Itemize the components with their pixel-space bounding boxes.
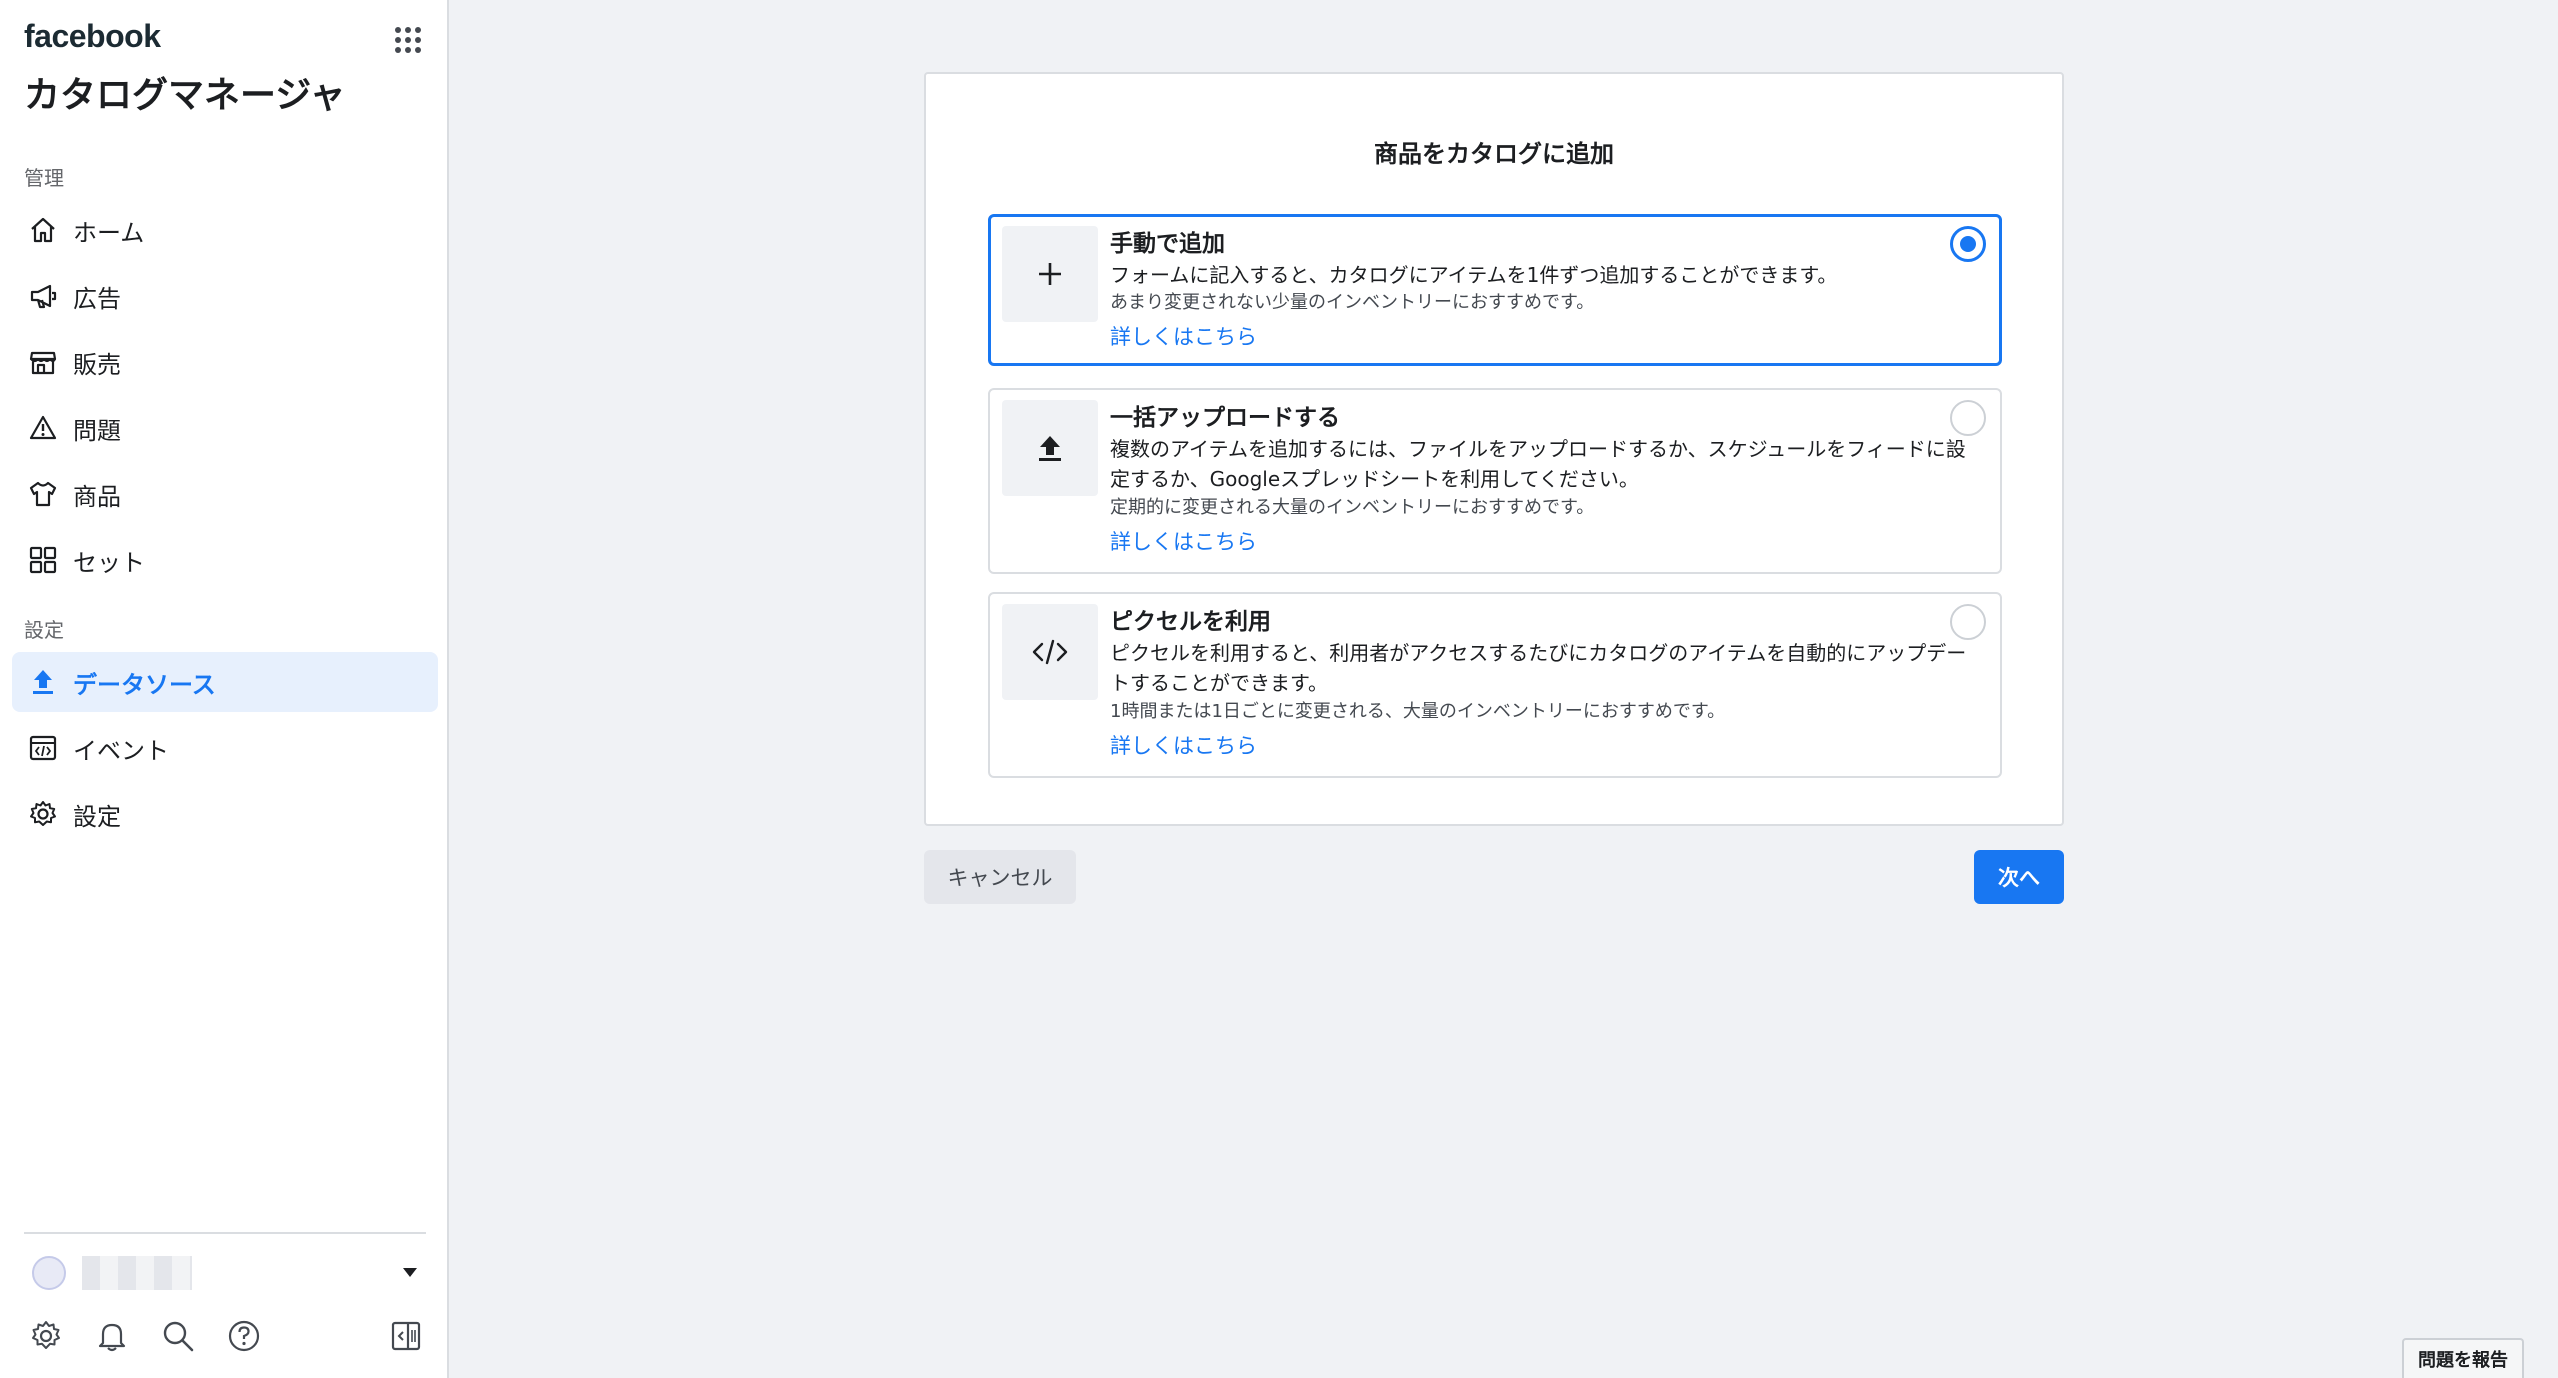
option-title: ピクセルを利用: [1110, 609, 1271, 635]
sidebar-divider: [24, 1232, 426, 1234]
bell-icon[interactable]: [94, 1318, 130, 1354]
option-radio[interactable]: [1950, 400, 1986, 436]
option-bulk-upload[interactable]: 一括アップロードする 複数のアイテムを追加するには、ファイルをアップロードするか…: [988, 388, 2002, 574]
nav-item-label: 問題: [73, 416, 121, 445]
cancel-button[interactable]: キャンセル: [924, 850, 1076, 904]
plus-icon: [1002, 226, 1098, 322]
option-radio[interactable]: [1950, 226, 1986, 262]
apps-grid-icon[interactable]: [392, 24, 424, 56]
nav-item-settings[interactable]: 設定: [12, 784, 438, 844]
section-label-settings: 設定: [24, 618, 64, 642]
shirt-icon: [27, 478, 59, 510]
option-manual-add[interactable]: 手動で追加 フォームに記入すると、カタログにアイテムを1件ずつ追加することができ…: [988, 214, 2002, 366]
option-recommendation: 定期的に変更される大量のインベントリーにおすすめです。: [1110, 497, 1595, 518]
next-button[interactable]: 次へ: [1974, 850, 2064, 904]
option-description: フォームに記入すると、カタログにアイテムを1件ずつ追加することができます。: [1110, 263, 1838, 287]
report-problem-button[interactable]: 問題を報告: [2402, 1338, 2524, 1378]
nav-item-label: 商品: [73, 482, 121, 511]
dialog-title: 商品をカタログに追加: [1374, 140, 1614, 168]
nav-item-data-sources[interactable]: データソース: [12, 652, 438, 712]
nav-item-label: 販売: [73, 350, 121, 379]
option-recommendation: あまり変更されない少量のインベントリーにおすすめです。: [1110, 292, 1595, 313]
caret-down-icon[interactable]: [400, 1264, 420, 1280]
nav-item-label: 広告: [73, 284, 121, 313]
nav-item-sales[interactable]: 販売: [12, 332, 438, 392]
app-title: カタログマネージャ: [24, 75, 346, 116]
store-icon: [27, 346, 59, 378]
nav-item-issues[interactable]: 問題: [12, 398, 438, 458]
sidebar: facebook カタログマネージャ 管理 ホーム 広告 販売 問題 商品 セッ…: [0, 0, 449, 1378]
gear-icon: [27, 798, 59, 830]
panel-toggle-icon[interactable]: [388, 1318, 424, 1354]
upload-icon: [1002, 400, 1098, 496]
option-title: 一括アップロードする: [1110, 405, 1340, 431]
grid-icon: [27, 544, 59, 576]
code-window-icon: [27, 732, 59, 764]
learn-more-link[interactable]: 詳しくはこちら: [1110, 730, 1257, 760]
avatar: [32, 1256, 66, 1290]
account-name-redacted: [82, 1256, 192, 1290]
nav-item-home[interactable]: ホーム: [12, 200, 438, 260]
nav-item-ads[interactable]: 広告: [12, 266, 438, 326]
option-recommendation: 1時間または1日ごとに変更される、大量のインベントリーにおすすめです。: [1110, 701, 1726, 722]
option-radio[interactable]: [1950, 604, 1986, 640]
nav-item-sets[interactable]: セット: [12, 530, 438, 590]
search-icon[interactable]: [160, 1318, 196, 1354]
settings-icon[interactable]: [28, 1318, 64, 1354]
nav-item-label: セット: [73, 548, 145, 577]
sidebar-footer-toolbar: [24, 1318, 426, 1358]
facebook-logo[interactable]: facebook: [24, 18, 161, 55]
upload-icon: [27, 666, 59, 698]
nav-item-label: ホーム: [73, 218, 145, 247]
option-description: ピクセルを利用すると、利用者がアクセスするたびにカタログのアイテムを自動的にアッ…: [1110, 641, 1967, 695]
option-pixel[interactable]: ピクセルを利用 ピクセルを利用すると、利用者がアクセスするたびにカタログのアイテ…: [988, 592, 2002, 778]
nav-item-label: データソース: [73, 670, 216, 699]
account-switcher[interactable]: [24, 1250, 426, 1296]
learn-more-link[interactable]: 詳しくはこちら: [1110, 321, 1257, 351]
code-icon: [1002, 604, 1098, 700]
warning-icon: [27, 412, 59, 444]
nav-item-products[interactable]: 商品: [12, 464, 438, 524]
megaphone-icon: [27, 280, 59, 312]
nav-item-label: 設定: [73, 802, 121, 831]
help-icon[interactable]: [226, 1318, 262, 1354]
nav-item-label: イベント: [73, 736, 169, 765]
nav-item-events[interactable]: イベント: [12, 718, 438, 778]
home-icon: [27, 214, 59, 246]
add-products-dialog: 商品をカタログに追加 手動で追加 フォームに記入すると、カタログにアイテムを1件…: [924, 72, 2064, 826]
section-label-manage: 管理: [24, 166, 64, 190]
option-title: 手動で追加: [1110, 231, 1225, 257]
option-description: 複数のアイテムを追加するには、ファイルをアップロードするか、スケジュールをフィー…: [1110, 437, 1966, 491]
learn-more-link[interactable]: 詳しくはこちら: [1110, 526, 1257, 556]
